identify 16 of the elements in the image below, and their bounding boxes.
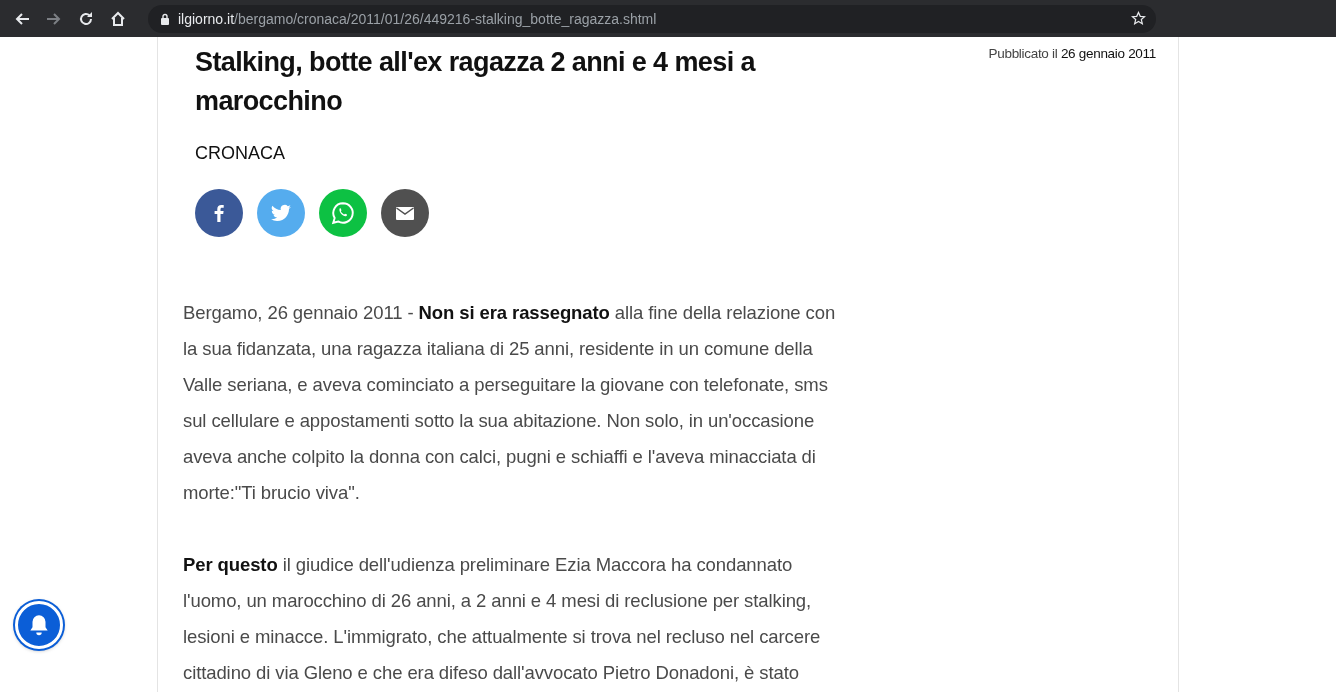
lock-icon: [160, 12, 170, 25]
publish-date: Pubblicato il 26 gennaio 2011: [988, 46, 1156, 61]
facebook-share-button[interactable]: [195, 189, 243, 237]
section-label: CRONACA: [194, 143, 286, 164]
url-text: ilgiorno.it/bergamo/cronaca/2011/01/26/449216-stalking_botte_ragazza.shtml: [178, 10, 658, 27]
notification-button[interactable]: [15, 601, 63, 649]
article-paragraph: Bergamo, 26 gennaio 2011 - Non si era rassegnato alla fine della relazione con la sua fidanzata, una ragazza italiana di 25 anni, residente in un comune della Valle seriana, e aveva cominciato a perseguitare la giovane con telefonate, sms sul cellulare e appostamenti sotto la sua abitazione. Non solo, in un'occasione aveva anche colpito la donna con calci, pugni e schiaffi e l'aveva minacciata di morte:"Ti brucio viva".: [183, 301, 837, 505]
article-title: Stalking, botte all'ex ragazza 2 anni e 4 mesi a marocchino: [195, 46, 757, 118]
address-bar[interactable]: ilgiorno.it/bergamo/cronaca/2011/01/26/449216-stalking_botte_ragazza.shtml: [148, 4, 1156, 33]
back-icon[interactable]: [14, 10, 30, 27]
whatsapp-icon: [330, 200, 356, 226]
home-icon[interactable]: [110, 10, 126, 27]
star-icon[interactable]: [1131, 11, 1146, 26]
reload-icon[interactable]: [78, 10, 94, 27]
email-share-button[interactable]: [381, 189, 429, 237]
article-paragraph: Per questo il giudice dell'udienza preliminare Ezia Maccora ha condannato l'uomo, un marocchino di 26 anni, a 2 anni e 4 mesi di reclusione per stalking, lesioni e minacce. L'immigrato, che attualmente si trova nel recluso nel carcere cittadino di via Gleno e che era difeso dall'avvocato Pietro Donadoni, è stato: [183, 553, 822, 685]
